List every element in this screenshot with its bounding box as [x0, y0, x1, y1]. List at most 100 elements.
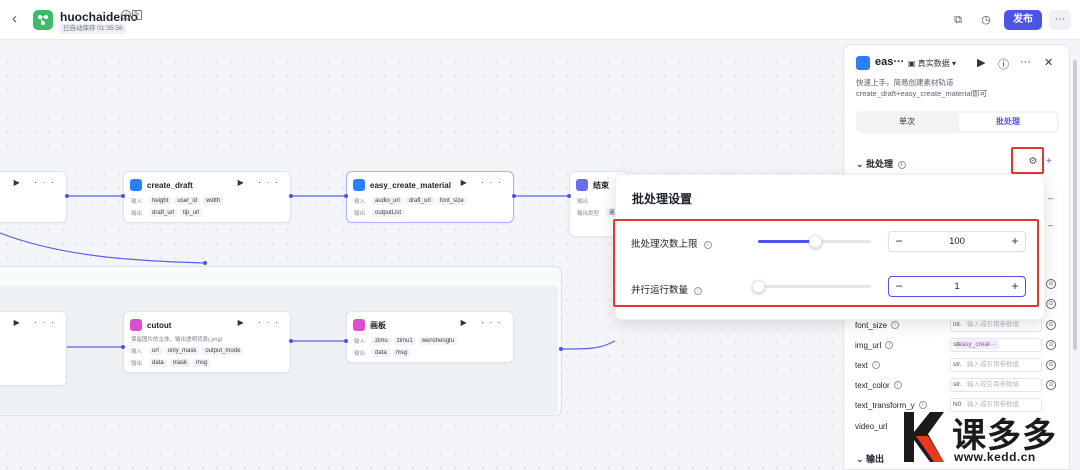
img-url-input[interactable]: str. easy_creat···	[950, 338, 1042, 352]
node-inputs: 输入 height user_id width	[131, 196, 224, 205]
param-img-url: img_url i	[855, 338, 894, 352]
data-mode-dropdown[interactable]: ▣ 真实数据 ▾	[908, 58, 956, 69]
plugin-icon	[353, 179, 365, 191]
help-icon[interactable]: ⓘ	[998, 56, 1009, 72]
param-text: text i	[855, 358, 880, 372]
help-icon: i	[694, 287, 703, 295]
batch-limit-slider[interactable]	[758, 235, 871, 248]
param-video-url: video_url	[855, 421, 888, 431]
panel-description: 快速上手，简易创建素材轨道 create_draft+easy_create_m…	[856, 78, 988, 98]
batch-section-header[interactable]: ⌄ 批处理 i	[856, 157, 906, 170]
run-icon[interactable]: ▶	[977, 56, 985, 69]
input-port[interactable]	[121, 345, 125, 349]
node-description: 保留图片的主体，输出透明背景(.png)	[131, 337, 223, 343]
node-cutout[interactable]: cutout ▶ ··· 保留图片的主体，输出透明背景(.png) 输入 url o…	[123, 311, 291, 373]
input-port[interactable]	[567, 194, 571, 198]
node-inputs: 输出	[577, 198, 589, 205]
history-icon[interactable]: ◷	[978, 12, 994, 28]
top-bar: ‹ huochaidemo i ✎ 已自动保存 01:35:56 ⧉ ◷ 发布 …	[0, 0, 1080, 40]
add-icon[interactable]: +	[1046, 156, 1056, 168]
close-icon[interactable]: ✕	[1044, 56, 1053, 69]
output-port[interactable]	[65, 194, 69, 198]
output-section-header[interactable]: ⌄ 输出	[856, 452, 884, 465]
clear-icon[interactable]: ⊙	[1046, 360, 1056, 370]
node-tools[interactable]: ▶ ···	[238, 178, 284, 187]
plugin-icon	[130, 179, 142, 191]
group-output-port[interactable]	[559, 347, 563, 351]
input-port[interactable]	[344, 194, 348, 198]
start-node[interactable]: ▶ ···	[0, 171, 67, 223]
watermark-url: www.kedd.cn	[954, 450, 1036, 464]
batch-limit-stepper[interactable]: − 100 +	[888, 231, 1026, 252]
node-title: 画板	[370, 320, 386, 330]
edit-icon[interactable]: ✎	[132, 10, 142, 20]
decrement-button[interactable]: −	[892, 234, 906, 249]
parallel-count-label: 并行运行数量 i	[631, 282, 703, 296]
remove-icon[interactable]: –	[1048, 220, 1053, 230]
output-port[interactable]	[289, 194, 293, 198]
info-icon[interactable]: i	[121, 10, 131, 20]
node-create-draft[interactable]: create_draft ▶ ··· 输入 height user_id width …	[123, 171, 291, 223]
node-tools[interactable]: ▶ ···	[238, 318, 284, 327]
popover-title: 批处理设置	[632, 192, 693, 206]
output-port[interactable]	[289, 339, 293, 343]
clear-icon[interactable]: ⊙	[1046, 340, 1056, 350]
copy-icon[interactable]: ⧉	[950, 12, 966, 28]
decrement-button[interactable]: −	[892, 279, 906, 294]
autosave-status: 已自动保存 01:35:56	[60, 24, 126, 34]
node-title: easy_create_material	[370, 180, 451, 190]
node-outputs: 输出 data msg	[354, 348, 411, 357]
node-tools[interactable]: ▶ ···	[461, 178, 507, 187]
parallel-count-slider[interactable]	[752, 280, 871, 293]
plugin-icon	[130, 319, 142, 331]
node-tools[interactable]: ▶ ···	[14, 318, 60, 327]
input-port[interactable]	[344, 339, 348, 343]
slider-thumb[interactable]	[752, 280, 765, 293]
tab-batch[interactable]: 批处理	[959, 113, 1057, 131]
panel-title: eas···	[875, 56, 905, 68]
node-outputs: 输出 outputList	[354, 208, 405, 217]
font-size-input[interactable]: int. 输入或引用参数值	[950, 318, 1042, 332]
board-icon	[353, 319, 365, 331]
more-icon[interactable]: ···	[1020, 56, 1031, 68]
batch-limit-label: 批处理次数上限 i	[631, 236, 712, 250]
text-color-input[interactable]: str. 输入或引用参数值	[950, 378, 1042, 392]
text-input[interactable]: str. 输入或引用参数值	[950, 358, 1042, 372]
output-port[interactable]	[512, 194, 516, 198]
watermark: 课多多 www.kedd.cn	[900, 406, 1080, 466]
node-canvas-board[interactable]: 画板 ▶ ··· 输入 zimu zimu1 wenshengtu 输出 data msg	[346, 311, 514, 363]
node-outputs: 输出 data mask msg	[131, 358, 211, 367]
increment-button[interactable]: +	[1008, 234, 1022, 249]
node-title: cutout	[147, 320, 172, 330]
clear-icon[interactable]: ⊙	[1046, 380, 1056, 390]
more-icon[interactable]: ···	[1049, 10, 1071, 30]
parallel-count-stepper[interactable]: − 1 +	[888, 276, 1026, 297]
input-port[interactable]	[121, 194, 125, 198]
clear-icon[interactable]: ⊙	[1046, 279, 1056, 289]
node-tools[interactable]: ▶ ···	[461, 318, 507, 327]
parallel-count-value[interactable]: 1	[909, 281, 1005, 292]
node-inputs: 输入 url only_mask output_mode	[131, 346, 244, 355]
group-input-port[interactable]	[203, 261, 207, 265]
settings-gear-icon[interactable]: ⚙	[1027, 156, 1039, 168]
increment-button[interactable]: +	[1008, 279, 1022, 294]
node-easy-create-material[interactable]: easy_create_material ▶ ··· 输入 audio_url dr…	[346, 171, 514, 223]
clear-icon[interactable]: ⊙	[1046, 299, 1056, 309]
node-inputs: 输入 audio_url draft_url font_size	[354, 196, 467, 205]
node-inputs: 输入 zimu zimu1 wenshengtu	[354, 336, 458, 345]
node-tools[interactable]: ▶ ···	[14, 178, 60, 187]
batch-left-node[interactable]: ▶ ···	[0, 311, 67, 386]
tab-single[interactable]: 单次	[858, 113, 956, 131]
panel-scrollbar[interactable]	[1073, 60, 1077, 350]
node-outputs: 输出 draft_url tip_url	[131, 208, 203, 217]
help-icon: i	[703, 241, 712, 249]
batch-limit-value[interactable]: 100	[909, 236, 1005, 247]
param-font-size: font_size i	[855, 318, 900, 332]
publish-button[interactable]: 发布	[1004, 10, 1042, 30]
slider-fill	[758, 240, 815, 243]
clear-icon[interactable]: ⊙	[1046, 320, 1056, 330]
back-icon[interactable]: ‹	[12, 11, 28, 27]
slider-thumb[interactable]	[808, 235, 822, 248]
remove-icon[interactable]: –	[1048, 193, 1053, 203]
node-title: 结束	[593, 180, 609, 190]
